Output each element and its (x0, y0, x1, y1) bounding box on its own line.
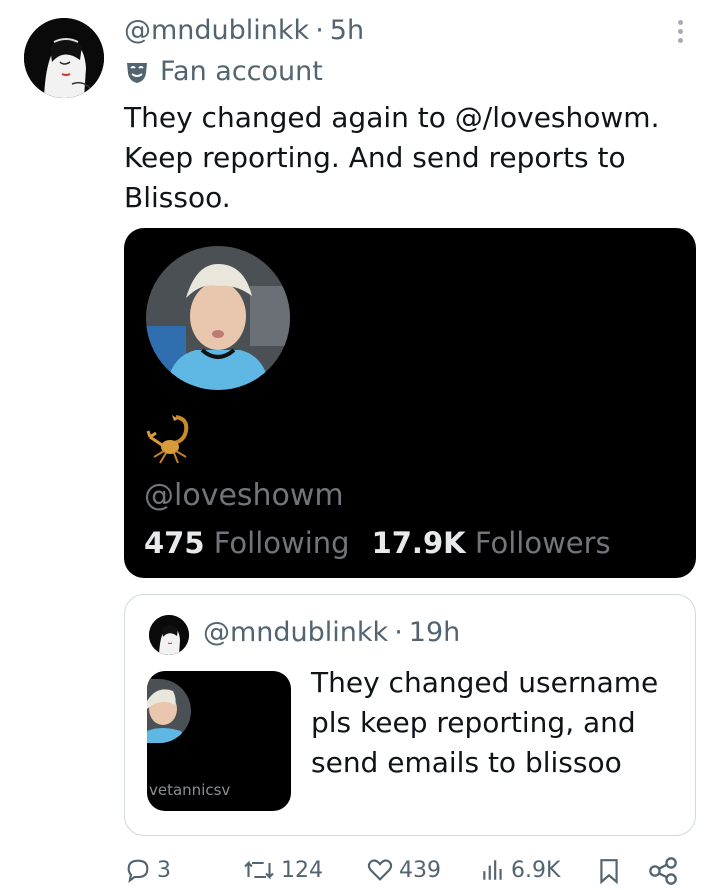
like-icon (367, 859, 393, 881)
share-icon (649, 857, 677, 885)
reply-count: 3 (157, 857, 171, 883)
tweet-time[interactable]: 5h (330, 15, 364, 46)
quoted-tweet[interactable]: @mndublinkk · 19h vetannicsv They changed … (124, 594, 696, 836)
like-button[interactable]: 439 (366, 856, 441, 884)
views-count: 6.9K (511, 857, 561, 883)
share-button[interactable] (648, 856, 678, 886)
following-count: 475 (144, 526, 205, 560)
quote-image-avatar (147, 679, 191, 743)
tweet-meta: @mndublinkk · 5h (124, 15, 364, 46)
attached-image[interactable]: @loveshowm 475 Following 17.9K Followers (124, 228, 696, 578)
repost-button[interactable]: 124 (242, 856, 323, 884)
profile-handle: @loveshowm (144, 478, 344, 513)
profile-stats: 475 Following 17.9K Followers (144, 526, 611, 560)
quote-text: They changed username pls keep reporting… (311, 666, 659, 779)
quote-separator: · (394, 617, 403, 648)
quote-author-handle: @mndublinkk (203, 617, 389, 648)
repost-count: 124 (281, 857, 323, 883)
action-bar: 3 124 439 6.9K (124, 856, 694, 890)
reply-icon (127, 859, 149, 883)
following-label: Following (213, 526, 350, 560)
scorpion-icon (146, 411, 196, 467)
reply-button[interactable]: 3 (124, 856, 171, 884)
bookmark-icon (600, 859, 618, 885)
repost-icon (244, 860, 274, 880)
account-label: Fan account (124, 56, 323, 87)
more-options-icon[interactable] (670, 20, 690, 50)
quote-image-caption: vetannicsv (149, 781, 231, 799)
like-count: 439 (399, 857, 441, 883)
followers-label: Followers (474, 526, 611, 560)
tweet-text: They changed again to @/loveshowm. Keep … (124, 101, 660, 214)
quote-meta: @mndublinkk · 19h (203, 617, 460, 648)
views-button[interactable]: 6.9K (480, 856, 560, 884)
followers-count: 17.9K (371, 526, 466, 560)
meta-separator: · (315, 15, 324, 46)
views-icon (483, 860, 502, 880)
account-label-text: Fan account (160, 56, 323, 87)
bookmark-button[interactable] (596, 856, 622, 886)
profile-avatar (146, 246, 290, 390)
quote-image[interactable]: vetannicsv (147, 671, 291, 811)
mask-icon (127, 62, 147, 83)
author-handle[interactable]: @mndublinkk (124, 15, 309, 46)
quote-author-avatar (149, 615, 189, 655)
quote-time: 19h (408, 617, 461, 648)
author-avatar[interactable] (24, 18, 104, 98)
